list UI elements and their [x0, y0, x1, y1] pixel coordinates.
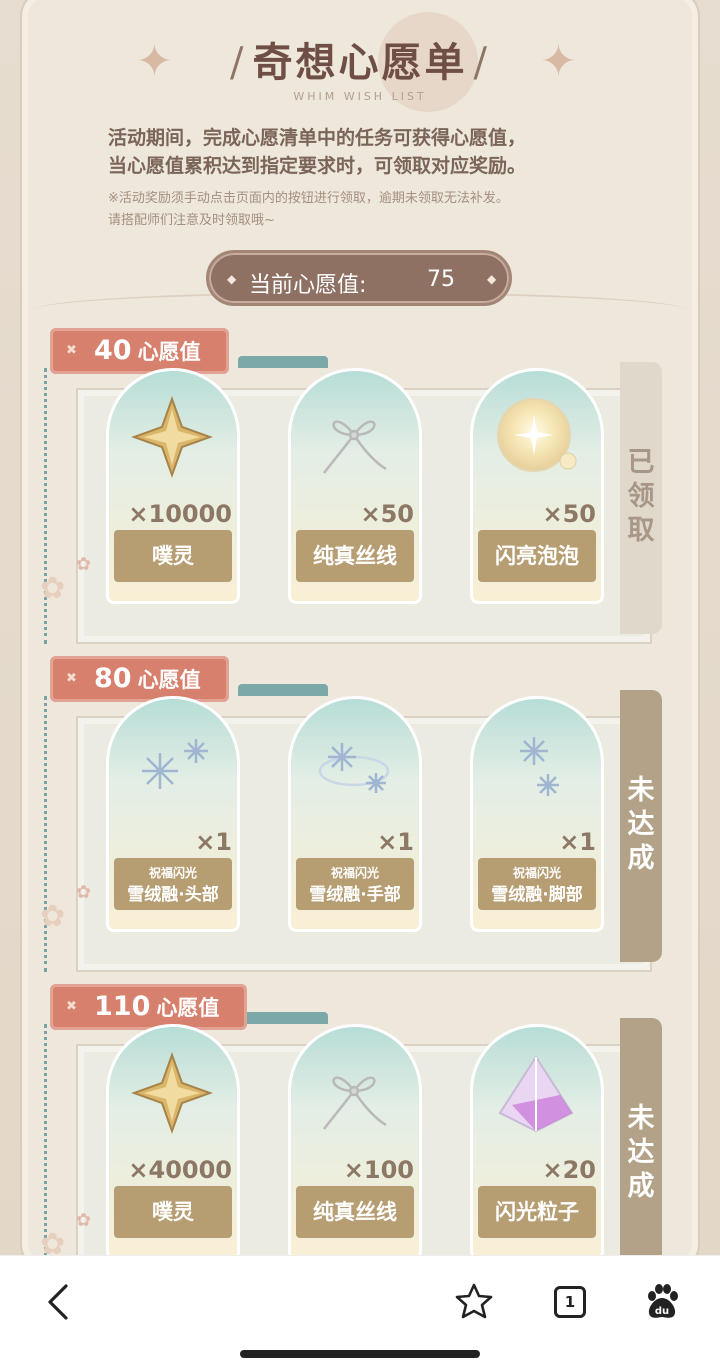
reward-quantity: ×10000: [128, 500, 232, 528]
reward-name: 祝福闪光雪绒融·脚部: [478, 858, 596, 910]
svg-text:du: du: [655, 1306, 669, 1317]
reward-quantity: ×1: [559, 828, 596, 856]
description-line: 活动期间，完成心愿清单中的任务可获得心愿值，: [108, 127, 527, 149]
flower-icon: ✿: [40, 899, 66, 934]
pyramid-crystal-icon: [494, 1048, 578, 1138]
reward-item[interactable]: ×50 闪亮泡泡: [470, 368, 604, 604]
browser-bottom-bar: 1 du: [0, 1255, 720, 1371]
reward-main-name: 雪绒融·脚部: [491, 885, 583, 905]
reward-item[interactable]: ×50 纯真丝线: [288, 368, 422, 604]
reward-quantity: ×50: [542, 500, 596, 528]
home-indicator[interactable]: [240, 1350, 480, 1358]
tab-count: 1: [554, 1286, 586, 1318]
reward-item[interactable]: ×100 纯真丝线: [288, 1024, 422, 1260]
description: 活动期间，完成心愿清单中的任务可获得心愿值， 当心愿值累积达到指定要求时，可领取…: [108, 124, 526, 180]
reward-subtitle: 祝福闪光: [512, 866, 561, 880]
bookmark-button[interactable]: [448, 1276, 500, 1328]
back-button[interactable]: [32, 1276, 84, 1328]
reward-item[interactable]: ×1 祝福闪光雪绒融·手部: [288, 696, 422, 932]
tier-tab-decoration: [238, 356, 328, 368]
reward-item[interactable]: ×20 闪光粒子: [470, 1024, 604, 1260]
reward-name: 祝福闪光雪绒融·手部: [296, 858, 414, 910]
tier-unit: 心愿值: [137, 668, 201, 692]
tier-unit: 心愿值: [156, 996, 220, 1020]
reward-item[interactable]: ×1 祝福闪光雪绒融·头部: [106, 696, 240, 932]
reward-quantity: ×1: [377, 828, 414, 856]
reward-quantity: ×50: [360, 500, 414, 528]
reward-subtitle: 祝福闪光: [148, 866, 197, 880]
silk-thread-bow-icon: [312, 392, 396, 482]
current-wish-label: 当前心愿值:: [249, 273, 367, 298]
tier-card: ✖ 80 心愿值 ✿ ✿ ×1 祝福闪光雪绒融·头部 ×1 祝福闪光雪绒融·手部 ×…: [40, 656, 662, 972]
gold-star-crystal-icon: [130, 392, 214, 482]
reward-name: 祝福闪光雪绒融·头部: [114, 858, 232, 910]
star-outline-icon: [455, 1283, 493, 1319]
diamond-icon: ◆: [487, 272, 497, 286]
reward-main-name: 雪绒融·头部: [127, 885, 219, 905]
tabs-button[interactable]: 1: [544, 1276, 596, 1328]
tier-status-pending: 未达成: [620, 1018, 662, 1290]
tier-threshold: 40: [94, 335, 132, 366]
current-wish-value: ◆ 当前心愿值: 75 ◆: [206, 250, 512, 306]
star-icon: ✖: [66, 999, 77, 1014]
reward-item[interactable]: ×1 祝福闪光雪绒融·脚部: [470, 696, 604, 932]
diamond-icon: ◆: [227, 272, 237, 286]
reward-main-name: 雪绒融·手部: [309, 885, 401, 905]
snowflake-head-icon: [130, 720, 214, 810]
flower-icon: ✿: [76, 882, 92, 903]
snowflake-foot-icon: [494, 720, 578, 810]
tier-threshold: 80: [94, 663, 132, 694]
star-icon: ✖: [66, 343, 77, 358]
tier-card: ✖ 40心愿值 ✿ ✿ ×10000 噗灵 ×50 纯真丝线 ×50 闪亮泡泡: [40, 328, 662, 644]
tier-tab-decoration: [238, 684, 328, 696]
reward-name: 噗灵: [114, 530, 232, 582]
notice: ※活动奖励须手动点击页面内的按钮进行领取，逾期未领取无法补发。 请搭配师们注意及…: [108, 188, 509, 232]
notice-line: 请搭配师们注意及时领取哦~: [108, 213, 275, 228]
baidu-button[interactable]: du: [636, 1276, 688, 1328]
reward-name: 纯真丝线: [296, 530, 414, 582]
page-subtitle: WHIM WISH LIST: [293, 90, 427, 103]
page-title: / 奇想心愿单 /: [230, 39, 490, 86]
snowflake-hand-icon: [312, 720, 396, 810]
notice-line: ※活动奖励须手动点击页面内的按钮进行领取，逾期未领取无法补发。: [108, 191, 509, 206]
tier-tab-decoration: [238, 1012, 328, 1024]
tier-threshold: 110: [94, 991, 151, 1022]
reward-quantity: ×1: [195, 828, 232, 856]
reward-item[interactable]: ×10000 噗灵: [106, 368, 240, 604]
reward-subtitle: 祝福闪光: [330, 866, 379, 880]
shiny-bubble-icon: [494, 392, 578, 482]
description-line: 当心愿值累积达到指定要求时，可领取对应奖励。: [108, 155, 527, 177]
reward-name: 纯真丝线: [296, 1186, 414, 1238]
back-arrow-icon: [48, 1284, 68, 1320]
flower-icon: ✿: [76, 554, 92, 575]
reward-name: 闪亮泡泡: [478, 530, 596, 582]
star-icon: ✖: [66, 671, 77, 686]
tier-status-claimed: 已领取: [620, 362, 662, 634]
reward-name: 噗灵: [114, 1186, 232, 1238]
baidu-paw-icon: du: [648, 1284, 678, 1318]
wish-list-page: ✦ ✦ / 奇想心愿单 / WHIM WISH LIST 活动期间，完成心愿清单中的…: [0, 0, 720, 1371]
silk-thread-bow-icon: [312, 1048, 396, 1138]
current-wish-number: 75: [427, 267, 455, 292]
reward-quantity: ×100: [343, 1156, 414, 1184]
reward-quantity: ×40000: [128, 1156, 232, 1184]
flower-icon: ✿: [76, 1210, 92, 1231]
tier-status-pending: 未达成: [620, 690, 662, 962]
tier-unit: 心愿值: [137, 340, 201, 364]
reward-name: 闪光粒子: [478, 1186, 596, 1238]
reward-item[interactable]: ×40000 噗灵: [106, 1024, 240, 1260]
flower-icon: ✿: [40, 571, 66, 606]
reward-quantity: ×20: [542, 1156, 596, 1184]
gold-star-crystal-icon: [130, 1048, 214, 1138]
